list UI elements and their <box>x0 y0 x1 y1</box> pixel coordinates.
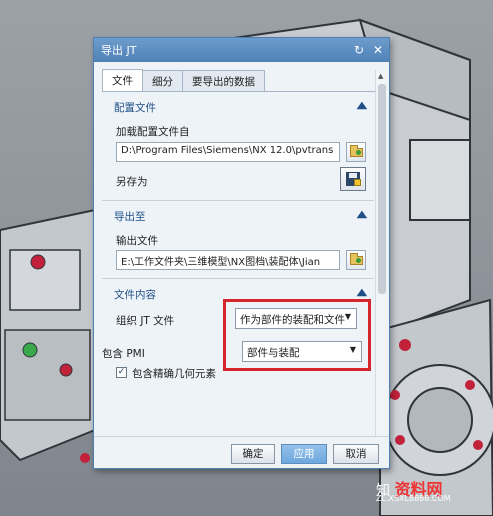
load-config-label: 加载配置文件自 <box>116 126 190 138</box>
watermark-url: ZL.XSXL8888.COM <box>376 494 451 503</box>
include-pmi-label: 包含 PMI <box>102 348 145 360</box>
apply-button[interactable]: 应用 <box>281 444 327 464</box>
dialog-titlebar[interactable]: 导出 JT ↻ ✕ <box>94 38 389 62</box>
ok-button[interactable]: 确定 <box>231 444 275 464</box>
section-export-to-title: 导出至 <box>114 210 146 223</box>
export-jt-dialog: 导出 JT ↻ ✕ 文件 细分 要导出的数据 配置文件 ▲ 加载配置文件自 D:… <box>93 37 390 469</box>
section-export-to-header[interactable]: 导出至 ▲ <box>102 205 374 227</box>
section-config-title: 配置文件 <box>114 101 156 114</box>
config-browse-button[interactable] <box>346 142 366 162</box>
section-config-header[interactable]: 配置文件 ▲ <box>102 96 374 118</box>
chevron-up-icon[interactable]: ▲ <box>357 100 368 111</box>
precise-geometry-label: 包含精确几何元素 <box>132 368 216 380</box>
red-highlight-box <box>223 299 371 371</box>
tab-bar: 文件 细分 要导出的数据 <box>102 69 265 91</box>
section-divider <box>102 200 374 201</box>
tab-tessellation[interactable]: 细分 <box>142 70 183 91</box>
section-file-content-title: 文件内容 <box>114 288 156 301</box>
dialog-scrollbar[interactable]: ▲ <box>375 70 387 436</box>
scrollbar-thumb[interactable] <box>378 84 386 294</box>
scroll-up-icon[interactable]: ▲ <box>378 72 383 80</box>
reset-icon[interactable]: ↻ <box>351 43 367 57</box>
organize-jt-label: 组织 JT 文件 <box>116 315 175 327</box>
output-path-field[interactable]: E:\工作文件夹\三维模型\NX图档\装配体\Jian <box>116 250 340 270</box>
config-path-field[interactable]: D:\Program Files\Siemens\NX 12.0\pvtrans <box>116 142 340 162</box>
cancel-button[interactable]: 取消 <box>333 444 379 464</box>
close-icon[interactable]: ✕ <box>370 43 386 57</box>
dialog-title: 导出 JT <box>101 44 137 57</box>
save-as-label: 另存为 <box>116 176 148 188</box>
tab-data-to-export[interactable]: 要导出的数据 <box>182 70 265 91</box>
output-file-label: 输出文件 <box>116 235 158 247</box>
dialog-footer: 确定 应用 取消 <box>94 436 389 468</box>
tab-divider <box>102 91 375 92</box>
watermark: 知 资料网 ZL.XSXL8888.COM <box>376 476 451 503</box>
save-as-button[interactable] <box>340 167 366 191</box>
section-divider <box>102 278 374 279</box>
tab-file[interactable]: 文件 <box>102 69 143 91</box>
chevron-up-icon[interactable]: ▲ <box>357 209 368 220</box>
precise-geometry-checkbox[interactable]: ✓ <box>116 367 127 378</box>
output-browse-button[interactable] <box>346 250 366 270</box>
chevron-up-icon[interactable]: ▲ <box>357 287 368 298</box>
